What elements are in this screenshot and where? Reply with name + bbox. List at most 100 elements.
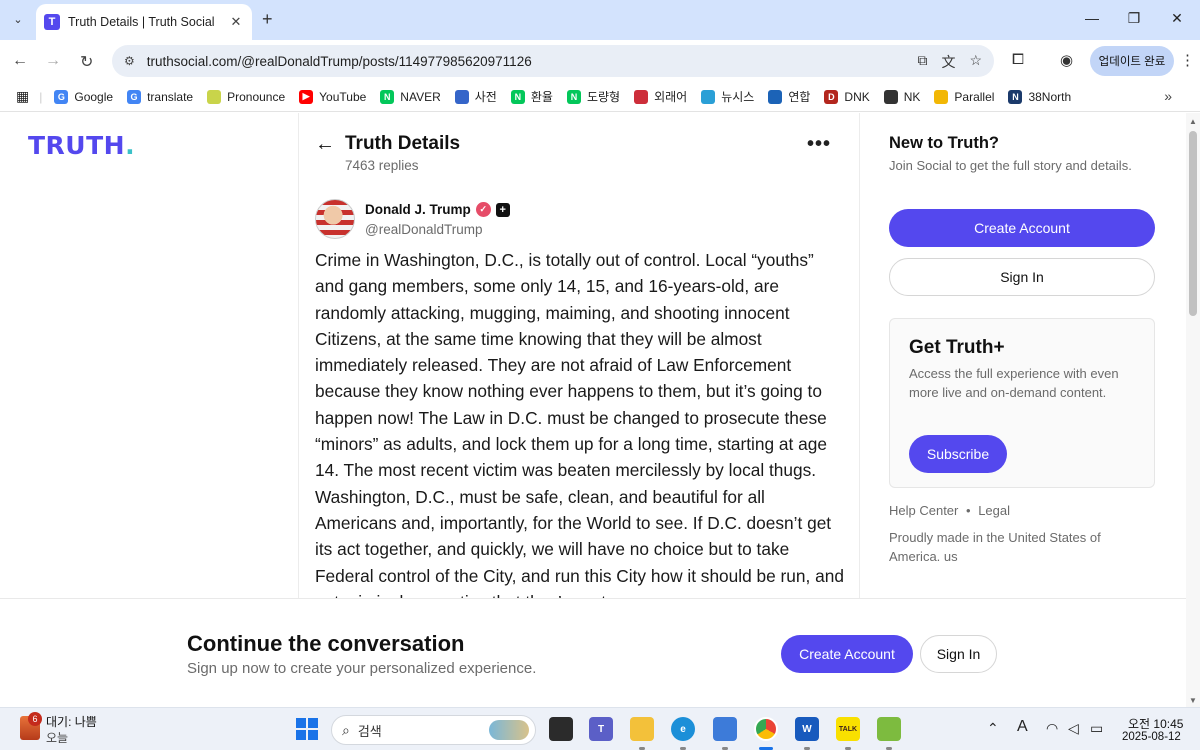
bookmark-item[interactable]: D DNK [824, 89, 870, 104]
scroll-down-arrow-icon[interactable]: ▼ [1189, 696, 1197, 705]
browser-toolbar: ← → ↻ ⚙ truthsocial.com/@realDonaldTrump… [0, 40, 1200, 82]
more-bookmarks-icon[interactable]: » [1164, 88, 1172, 104]
taskbar-search[interactable]: ⌕ 검색 [331, 715, 536, 745]
bookmark-item[interactable]: N 38North [1008, 89, 1072, 104]
window-close-icon[interactable]: ✕ [1167, 10, 1187, 27]
avatar[interactable] [315, 199, 355, 239]
banner-subtitle: Sign up now to create your personalized … [187, 660, 537, 677]
apps-grid-icon[interactable]: ▦ [16, 88, 29, 105]
search-highlight-image [489, 720, 529, 740]
bookmark-item[interactable]: ▶ YouTube [299, 89, 366, 104]
truth-logo[interactable]: TRUTH. [28, 131, 135, 160]
task-view-icon[interactable] [549, 717, 573, 741]
search-placeholder: 검색 [357, 723, 382, 739]
page-scrollbar[interactable]: ▲ ▼ [1186, 113, 1200, 707]
ime-indicator[interactable]: A [1017, 718, 1028, 736]
update-button[interactable]: 업데이트 완료 [1090, 46, 1174, 76]
app-icon[interactable] [713, 717, 737, 741]
replies-count: 7463 replies [345, 158, 419, 173]
bookmark-item[interactable]: Pronounce [207, 89, 286, 104]
weather-status[interactable]: 대기: 나쁨 [46, 713, 97, 730]
bookmark-item[interactable]: Gtranslate [127, 89, 193, 104]
back-icon[interactable]: ← [12, 52, 28, 70]
subscribe-button[interactable]: Subscribe [909, 435, 1007, 473]
scrollbar-thumb[interactable] [1189, 131, 1197, 316]
address-bar[interactable]: ⚙ truthsocial.com/@realDonaldTrump/posts… [112, 45, 994, 77]
browser-menu-icon[interactable]: ⋮ [1180, 51, 1195, 69]
bookmark-label: 외래어 [654, 90, 688, 104]
bookmark-item[interactable]: NK [883, 89, 921, 104]
author-handle[interactable]: @realDonaldTrump [365, 222, 483, 237]
show-hidden-icons-icon[interactable]: ⌃ [987, 720, 999, 737]
volume-icon[interactable]: ◁ [1068, 720, 1079, 737]
bookmark-star-icon[interactable]: ☆ [969, 52, 982, 72]
naver-icon: N [510, 89, 525, 104]
tab-title: Truth Details | Truth Social [68, 15, 215, 29]
new-tab-plus-icon[interactable]: + [262, 9, 273, 30]
forward-icon[interactable]: → [45, 52, 61, 70]
banner-create-account-button[interactable]: Create Account [781, 635, 913, 673]
wifi-icon[interactable]: ◠ [1046, 720, 1058, 737]
author-name[interactable]: Donald J. Trump ✓ + [365, 202, 510, 217]
app-green-icon[interactable] [877, 717, 901, 741]
file-explorer-icon[interactable] [630, 717, 654, 741]
profile-icon[interactable]: ◉ [1060, 51, 1073, 69]
post-body: Crime in Washington, D.C., is totally ou… [315, 250, 844, 612]
bookmark-label: NAVER [400, 89, 441, 104]
extensions-icon[interactable]: ⧠ [1012, 51, 1024, 68]
translate-icon[interactable]: 文 [941, 52, 955, 72]
bookmark-label: 환율 [530, 90, 553, 104]
bookmark-item[interactable]: N 도량형 [566, 88, 620, 105]
bookmark-item[interactable]: 뉴시스 [701, 88, 754, 105]
close-tab-icon[interactable]: ✕ [228, 14, 244, 30]
bookmark-label: Parallel [954, 89, 995, 104]
legal-link[interactable]: Legal [978, 503, 1010, 518]
battery-icon[interactable]: ▭ [1090, 720, 1103, 737]
bookmark-item[interactable]: 연합 [768, 88, 810, 105]
banner-title: Continue the conversation [187, 631, 465, 656]
help-center-link[interactable]: Help Center [889, 503, 958, 518]
dictionary-icon [454, 89, 469, 104]
reload-icon[interactable]: ↻ [80, 52, 93, 72]
chrome-icon[interactable] [754, 717, 778, 741]
bookmark-label: Pronounce [227, 89, 286, 104]
weather-day[interactable]: 오늘 [46, 729, 68, 746]
bookmarks-bar: ▦ | G Google Gtranslate Pronounce ▶ YouTube N N… [0, 82, 1200, 112]
word-icon[interactable]: W [795, 717, 819, 741]
windows-start-icon[interactable] [296, 718, 318, 740]
korea-flag-icon [634, 89, 649, 104]
windows-taskbar: 6 대기: 나쁨 오늘 ⌕ 검색 T e W TALK ⌃ A ◠ ◁ ▭ 오전… [0, 707, 1200, 750]
url-text: truthsocial.com/@realDonaldTrump/posts/1… [146, 53, 532, 69]
bookmark-item[interactable]: Parallel [934, 89, 995, 104]
bookmark-label: NK [903, 89, 921, 104]
more-options-icon[interactable]: ••• [807, 133, 831, 156]
edge-icon[interactable]: e [671, 717, 695, 741]
active-tab[interactable]: T Truth Details | Truth Social ✕ [36, 4, 252, 40]
bookmark-list: G Google Gtranslate Pronounce ▶ YouTube N NAVER… [54, 88, 1085, 105]
taskbar-date[interactable]: 2025-08-12 [1122, 731, 1181, 743]
bookmarks-divider: | [39, 89, 43, 104]
new-to-truth-heading: New to Truth? [889, 134, 999, 152]
bookmark-item[interactable]: 사전 [454, 88, 497, 105]
sidebar-sign-in-button[interactable]: Sign In [889, 258, 1155, 296]
minimize-icon[interactable]: — [1082, 10, 1102, 26]
dnk-icon: D [824, 89, 839, 104]
bookmark-item[interactable]: G Google [54, 89, 113, 104]
install-app-icon[interactable]: ⧉ [917, 52, 927, 72]
banner-sign-in-button[interactable]: Sign In [920, 635, 997, 673]
scroll-up-arrow-icon[interactable]: ▲ [1189, 117, 1197, 126]
teams-icon[interactable]: T [589, 717, 613, 741]
kakaotalk-icon[interactable]: TALK [836, 717, 860, 741]
tab-search-chevron-icon[interactable]: ⌄ [8, 9, 28, 29]
bookmark-label: 38North [1028, 89, 1072, 104]
bookmark-item[interactable]: N 환율 [510, 88, 553, 105]
taskbar-time[interactable]: 오전 10:45 [1128, 715, 1183, 732]
bookmark-item[interactable]: 외래어 [634, 88, 687, 105]
bookmark-item[interactable]: N NAVER [380, 89, 441, 104]
truth-social-page: TRUTH. ← Truth Details 7463 replies ••• … [0, 113, 1186, 707]
youtube-icon: ▶ [299, 89, 314, 104]
back-arrow-icon[interactable]: ← [315, 133, 335, 156]
restore-icon[interactable]: ❐ [1124, 10, 1144, 27]
sidebar-create-account-button[interactable]: Create Account [889, 209, 1155, 247]
site-info-icon[interactable]: ⚙ [124, 54, 135, 68]
